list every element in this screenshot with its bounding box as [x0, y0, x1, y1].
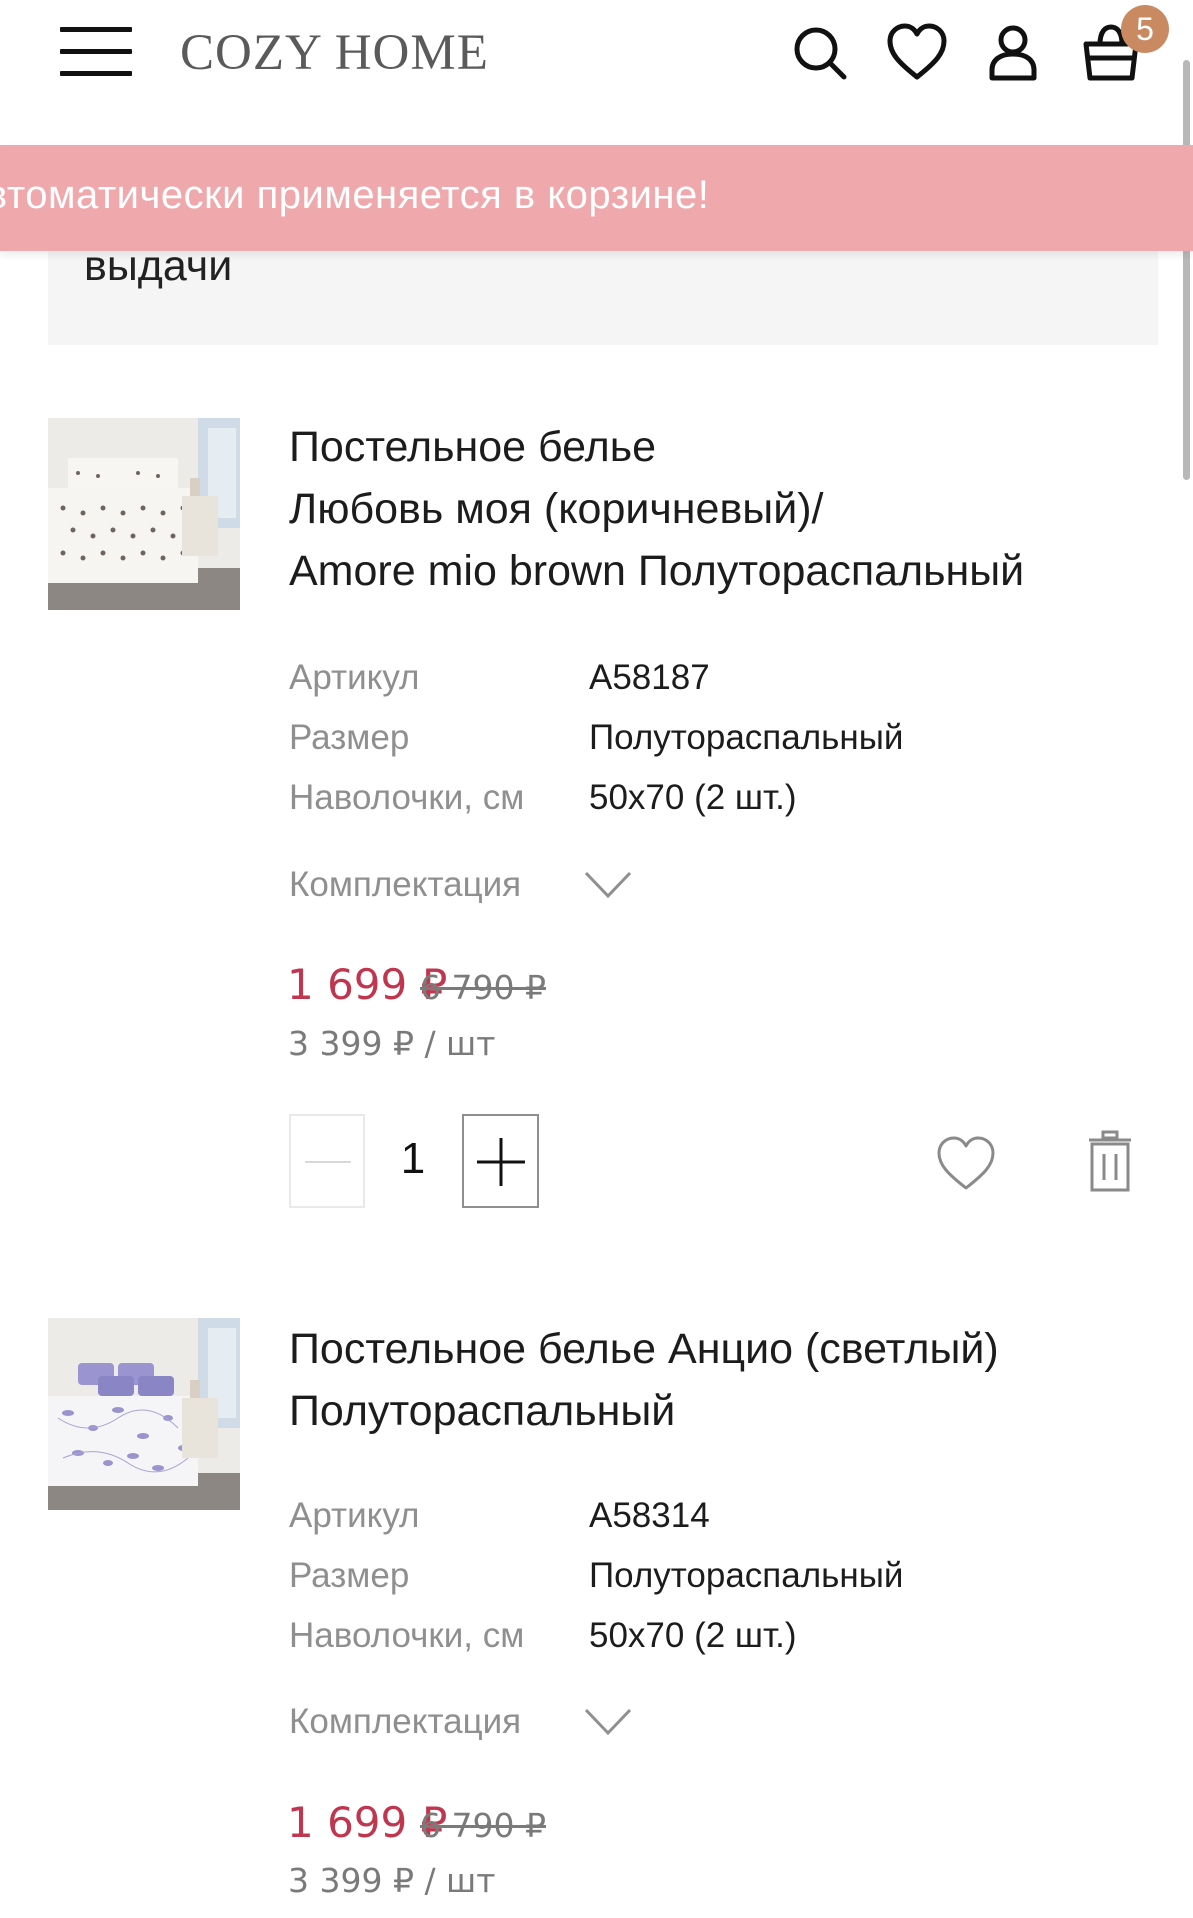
trash-icon[interactable]	[1087, 1130, 1133, 1192]
pillowcases-value: 50x70 (2 шт.)	[589, 778, 797, 817]
old-price: 6 790 ₽	[420, 968, 546, 1007]
cart-count-badge: 5	[1121, 5, 1169, 53]
product-title[interactable]: Постельное белье Любовь моя (коричневый)…	[289, 416, 1129, 602]
logo[interactable]: COZY HOME	[180, 24, 489, 82]
user-icon[interactable]	[982, 22, 1044, 84]
size-label: Размер	[289, 1556, 410, 1595]
pillowcases-value: 50x70 (2 шт.)	[589, 1616, 797, 1655]
plus-icon	[477, 1138, 525, 1186]
promo-text: втоматически применяется в корзине!	[0, 173, 710, 217]
unit-price: 3 399 ₽ / шт	[288, 1861, 496, 1900]
product-title[interactable]: Постельное белье Анцио (светлый) Полутор…	[289, 1318, 1129, 1442]
old-price: 6 790 ₽	[420, 1806, 546, 1845]
size-value: Полутораспальный	[589, 1556, 904, 1595]
article-label: Артикул	[289, 1496, 420, 1535]
favorite-heart-icon[interactable]	[935, 1134, 997, 1192]
promo-banner: втоматически применяется в корзине!	[0, 145, 1193, 251]
chevron-down-icon[interactable]	[584, 870, 632, 900]
unit-price: 3 399 ₽ / шт	[288, 1024, 496, 1063]
quantity-decrease-button[interactable]	[289, 1114, 365, 1208]
search-icon[interactable]	[789, 22, 851, 84]
product-image[interactable]	[48, 1318, 240, 1510]
article-value: A58187	[589, 658, 710, 697]
product-image[interactable]	[48, 418, 240, 610]
header: COZY HOME 5	[0, 0, 1193, 145]
heart-icon[interactable]	[886, 22, 948, 84]
scrollbar[interactable]	[1183, 60, 1190, 480]
quantity-value[interactable]: 1	[378, 1134, 448, 1184]
article-value: A58314	[589, 1496, 710, 1535]
pillowcases-label: Наволочки, см	[289, 778, 525, 817]
article-label: Артикул	[289, 658, 420, 697]
menu-icon[interactable]	[60, 27, 132, 77]
size-label: Размер	[289, 718, 410, 757]
kit-toggle[interactable]: Комплектация	[289, 865, 521, 905]
size-value: Полутораспальный	[589, 718, 904, 757]
quantity-increase-button[interactable]	[462, 1114, 539, 1208]
chevron-down-icon[interactable]	[584, 1707, 632, 1737]
kit-toggle[interactable]: Комплектация	[289, 1702, 521, 1742]
pillowcases-label: Наволочки, см	[289, 1616, 525, 1655]
